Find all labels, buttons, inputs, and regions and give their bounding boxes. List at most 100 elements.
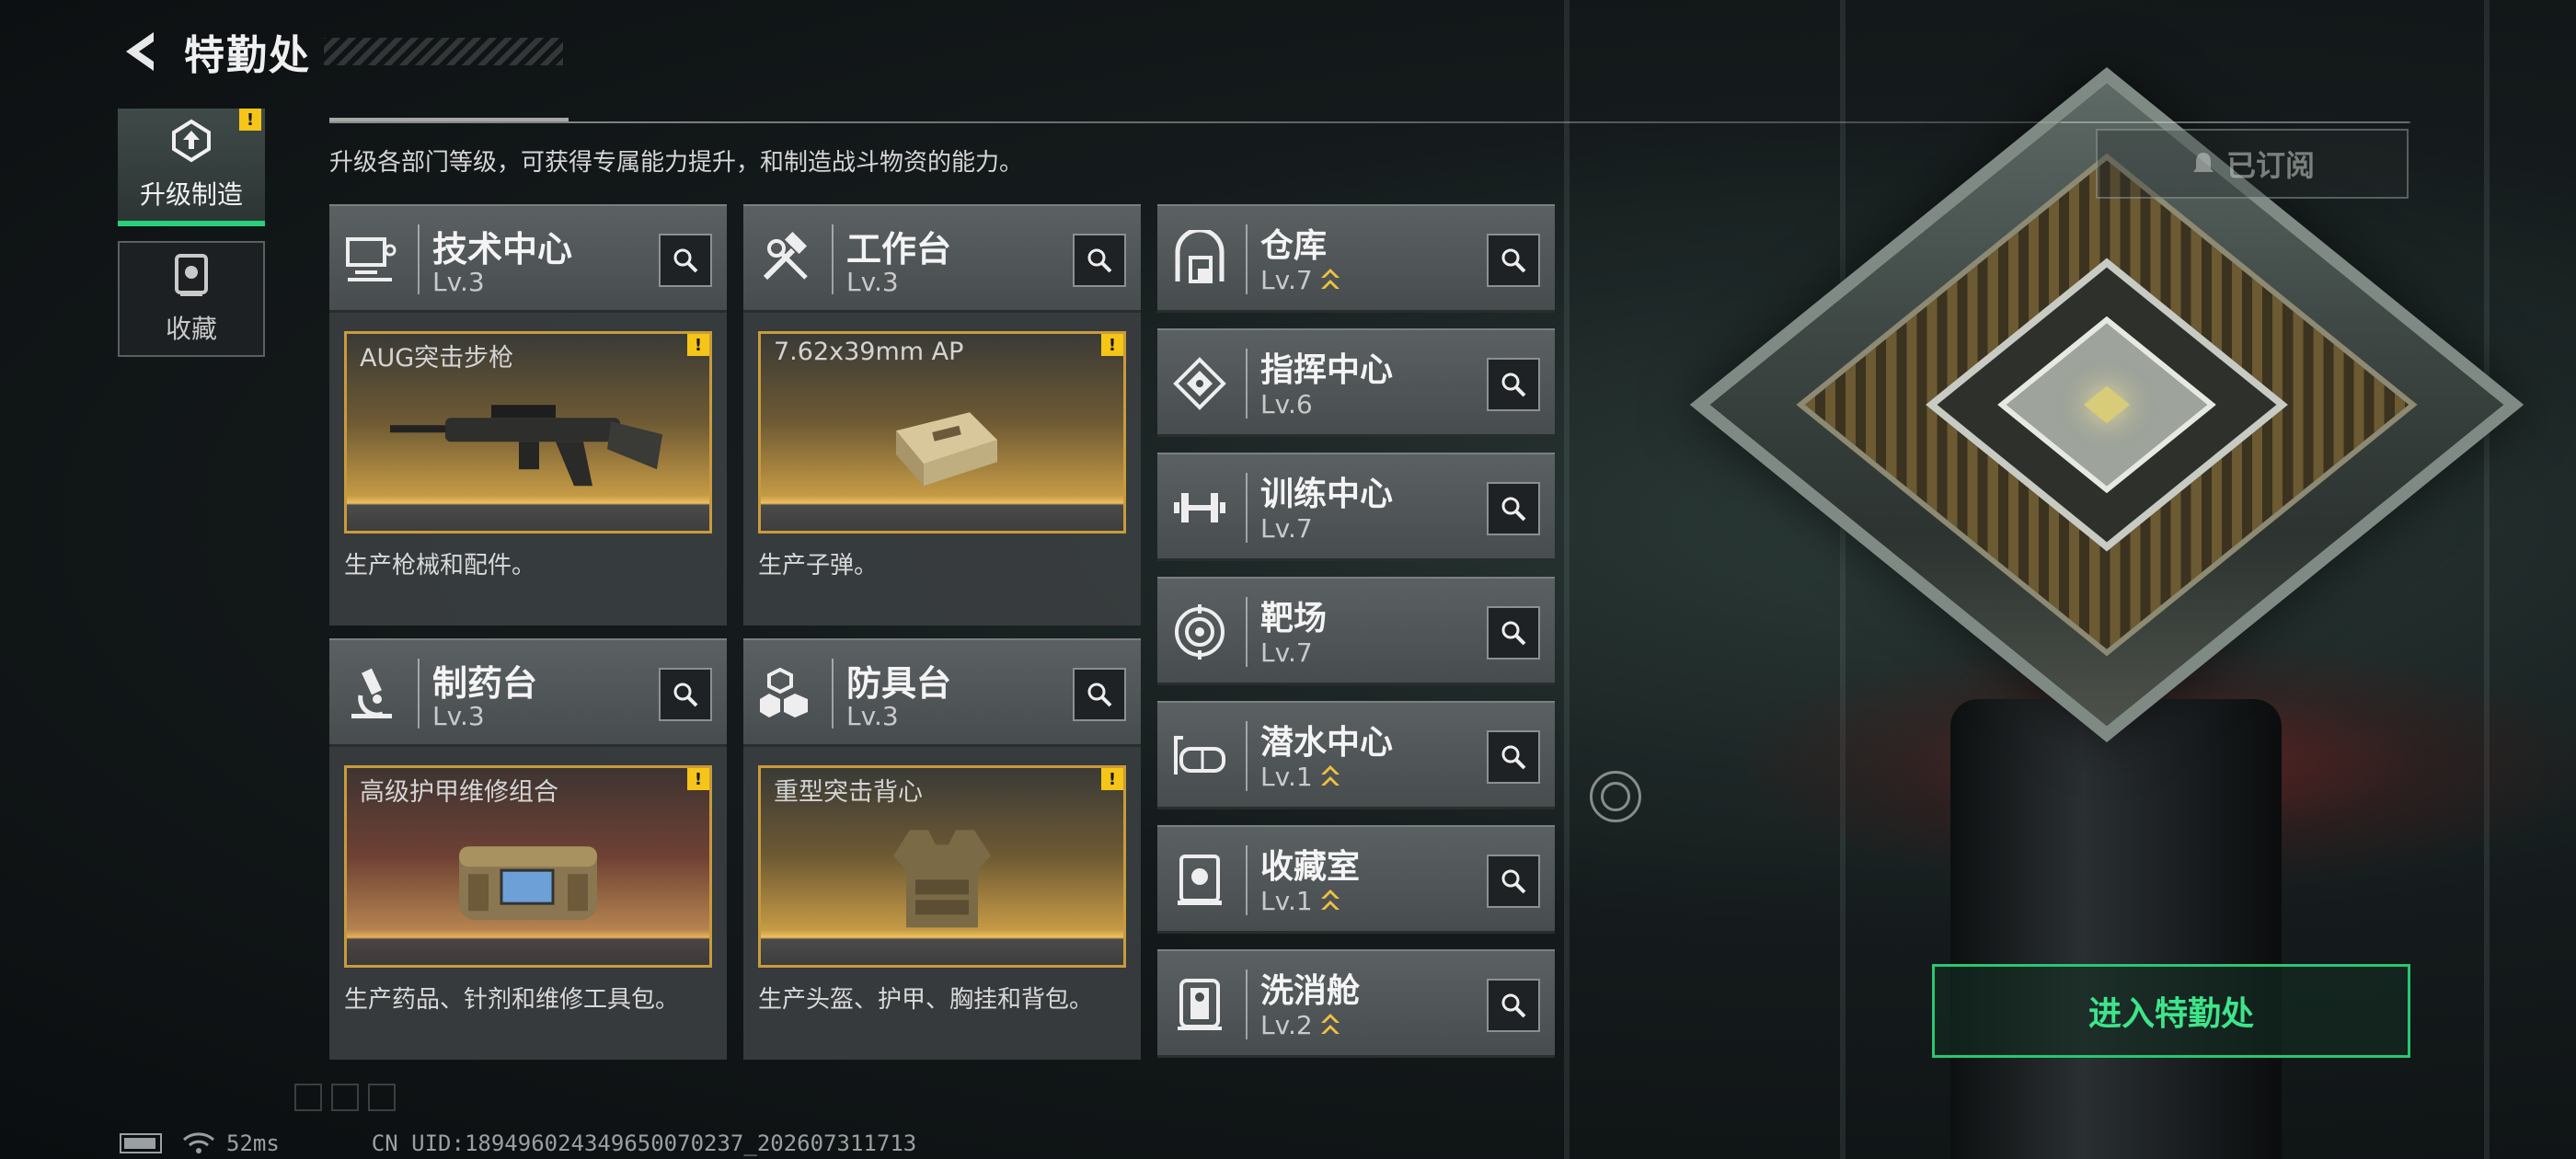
- inspect-button[interactable]: [659, 234, 712, 287]
- facility-row-collection-room[interactable]: 收藏室 Lv.1: [1157, 825, 1555, 934]
- divider-mark: [329, 118, 569, 121]
- alert-badge: !: [687, 334, 709, 356]
- facility-name: 工作台: [846, 229, 952, 270]
- facility-row-decon-pod[interactable]: 洗消舱 Lv.2: [1157, 949, 1555, 1058]
- inspect-button[interactable]: [1487, 855, 1540, 908]
- dumbbell-icon: [1174, 493, 1225, 522]
- production-slot[interactable]: 高级护甲维修组合 !: [344, 765, 712, 968]
- bell-icon: [2192, 153, 2214, 172]
- level-text: Lv.7: [1260, 265, 1313, 295]
- facility-row-command-center[interactable]: 指挥中心 Lv.6: [1157, 328, 1555, 437]
- tab-label: 收藏: [165, 314, 217, 344]
- alert-badge: !: [1101, 334, 1123, 356]
- alert-badge: !: [239, 109, 261, 131]
- inspect-button[interactable]: [1487, 606, 1540, 660]
- facility-level: Lv.6: [1260, 389, 1313, 419]
- facility-description: 生产枪械和配件。: [344, 552, 536, 580]
- computer-icon: [346, 237, 397, 281]
- facility-level: Lv.3: [432, 267, 485, 297]
- inspect-button[interactable]: [1487, 358, 1540, 411]
- level-text: Lv.7: [1260, 513, 1313, 544]
- back-button[interactable]: [120, 28, 164, 75]
- search-icon: [1501, 993, 1526, 1018]
- subscribed-button[interactable]: 已订阅: [2096, 129, 2409, 199]
- search-icon: [673, 683, 698, 707]
- facility-card-tech-center[interactable]: 技术中心 Lv.3 AUG突击步枪 ! 生产枪械和配件。: [329, 204, 727, 625]
- back-arrow-icon: [126, 32, 154, 71]
- search-icon: [1087, 248, 1112, 273]
- facility-name: 防具台: [846, 663, 952, 704]
- product-name: AUG突击步枪: [360, 344, 514, 373]
- enter-special-ops-button[interactable]: 进入特勤处: [1932, 964, 2410, 1058]
- warehouse-icon: [1175, 230, 1225, 283]
- search-icon: [1501, 497, 1526, 522]
- facility-description: 生产子弹。: [758, 552, 879, 580]
- vest-icon: [893, 830, 991, 928]
- command-center-icon: [1173, 357, 1226, 410]
- search-icon: [1501, 248, 1526, 273]
- facility-row-shooting-range[interactable]: 靶场 Lv.7: [1157, 577, 1555, 685]
- diving-mask-icon: [1174, 736, 1225, 775]
- divider: [329, 121, 2409, 123]
- production-slot[interactable]: AUG突击步枪 !: [344, 331, 712, 534]
- facility-row-training-center[interactable]: 训练中心 Lv.7: [1157, 453, 1555, 561]
- facility-level: Lv.7: [1260, 265, 1340, 295]
- facility-row-diving-center[interactable]: 潜水中心 Lv.1: [1157, 701, 1555, 809]
- facility-level: Lv.3: [432, 701, 485, 731]
- facility-level: Lv.1: [1260, 886, 1340, 916]
- facility-level: Lv.7: [1260, 513, 1313, 544]
- facility-name: 收藏室: [1260, 848, 1361, 886]
- collection-icon: [175, 254, 208, 296]
- product-name: 高级护甲维修组合: [360, 778, 558, 807]
- facility-name: 训练中心: [1260, 476, 1394, 513]
- scene-rail: [1564, 0, 1570, 1159]
- inspect-button[interactable]: [1073, 234, 1126, 287]
- product-name: 重型突击背心: [774, 778, 923, 807]
- search-icon: [1501, 869, 1526, 894]
- repair-kit-icon: [459, 846, 597, 921]
- facility-level: Lv.3: [846, 267, 899, 297]
- facility-level: Lv.7: [1260, 637, 1313, 668]
- facility-row-warehouse[interactable]: 仓库 Lv.7: [1157, 204, 1555, 313]
- facility-description: 生产药品、针剂和维修工具包。: [344, 986, 680, 1014]
- upgrade-available-icon: [1320, 889, 1340, 910]
- wifi-icon: [183, 1132, 214, 1153]
- level-text: Lv.1: [1260, 762, 1313, 792]
- alert-badge: !: [687, 768, 709, 790]
- ammo-box-icon: [896, 412, 997, 487]
- microscope-icon: [351, 668, 392, 718]
- inspect-button[interactable]: [1487, 482, 1540, 535]
- facility-name: 指挥中心: [1260, 351, 1394, 389]
- facility-level: Lv.1: [1260, 762, 1340, 792]
- facility-card-armor-bench[interactable]: 防具台 Lv.3 重型突击背心 ! 生产头盔、护甲、胸挂和背包。: [743, 638, 1141, 1060]
- production-slot[interactable]: 7.62x39mm AP !: [758, 331, 1126, 534]
- rotate-view-button[interactable]: [1590, 771, 1641, 822]
- display-case-icon: [1178, 855, 1222, 905]
- upgrade-available-icon: [1320, 764, 1340, 786]
- rifle-icon: [390, 405, 662, 487]
- facility-card-pharmacy[interactable]: 制药台 Lv.3 高级护甲维修组合 ! 生产药品、针剂和维修工具包。: [329, 638, 727, 1060]
- level-text: Lv.7: [1260, 637, 1313, 668]
- search-icon: [1087, 683, 1112, 707]
- inspect-button[interactable]: [1487, 730, 1540, 784]
- search-icon: [1501, 745, 1526, 770]
- tab-upgrade-build[interactable]: ! 升级制造: [118, 109, 265, 226]
- facility-level: Lv.2: [1260, 1010, 1340, 1040]
- production-slot[interactable]: 重型突击背心 !: [758, 765, 1126, 968]
- level-text: Lv.2: [1260, 1010, 1313, 1040]
- page-description: 升级各部门等级，可获得专属能力提升，和制造战斗物资的能力。: [329, 149, 1024, 177]
- facility-name: 仓库: [1260, 227, 1328, 265]
- user-uid: CN UID:18949602434965007023​7_2026073117…: [371, 1130, 917, 1156]
- tab-collection[interactable]: 收藏: [118, 241, 265, 357]
- facility-card-workbench[interactable]: 工作台 Lv.3 7.62x39mm AP ! 生产子弹。: [743, 204, 1141, 625]
- inspect-button[interactable]: [1073, 668, 1126, 721]
- subscribed-label: 已订阅: [2225, 148, 2315, 183]
- inspect-button[interactable]: [1487, 234, 1540, 287]
- facility-name: 制药台: [432, 663, 538, 704]
- facility-description: 生产头盔、护甲、胸挂和背包。: [758, 986, 1094, 1014]
- page-header: 特勤处: [120, 24, 563, 79]
- inspect-button[interactable]: [659, 668, 712, 721]
- ping-readout: 52ms: [226, 1130, 280, 1156]
- inspect-button[interactable]: [1487, 979, 1540, 1032]
- title-decoration: [324, 38, 563, 65]
